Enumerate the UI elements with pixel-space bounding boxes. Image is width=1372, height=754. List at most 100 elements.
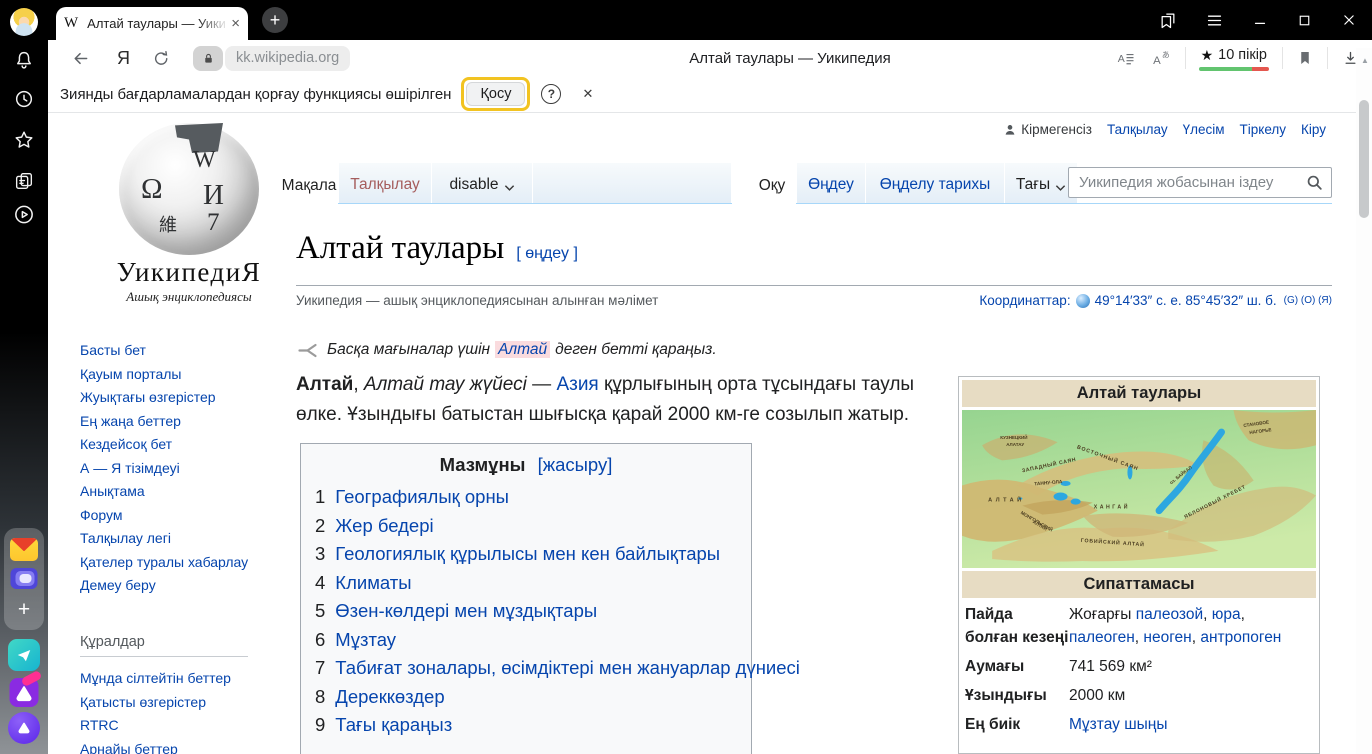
bookmarks-star-icon[interactable] [13, 129, 35, 151]
personal-link[interactable]: Талқылау [1107, 122, 1168, 137]
coordinates-services[interactable]: (G) (O) (Я) [1284, 295, 1332, 306]
search-icon[interactable] [1305, 173, 1324, 192]
sidebar-link[interactable]: Форум [80, 507, 260, 524]
close-window-icon[interactable] [1340, 11, 1358, 29]
toc-number: 4 [315, 569, 325, 598]
sidebar-link[interactable]: Жуықтағы өзгерістер [80, 389, 260, 406]
tab-history[interactable]: Өңделу тарихы [866, 163, 1004, 203]
alice-assistant-icon[interactable] [8, 712, 40, 744]
side-panels-icon[interactable] [1158, 10, 1178, 30]
site-rating[interactable]: ★ 10 пікір [1199, 47, 1269, 70]
translate-icon[interactable]: Aあ [1150, 48, 1172, 69]
tab-article[interactable]: Мақала [280, 163, 338, 204]
article-tabs: Мақала Талқылау disable Оқу Өңдеу Өңделу… [280, 163, 1078, 204]
sidebar-link[interactable]: Демеу беру [80, 577, 260, 594]
sidebar-tool-link[interactable]: Мұнда сілтейтін беттер [80, 670, 260, 687]
browser-tab[interactable]: W Алтай таулары — Уики × [56, 7, 248, 40]
toc-entry: 7Табиғат зоналары, өсімдіктері мен жануа… [315, 654, 737, 683]
notifications-bell-icon[interactable] [13, 49, 35, 71]
sidebar-link[interactable]: Кездейсоқ бет [80, 436, 260, 453]
edit-section-link[interactable]: [ өңдеу ] [516, 245, 578, 263]
toc-entry: 6Мұзтау [315, 626, 737, 655]
reviews-count: 10 пікір [1218, 47, 1267, 63]
scroll-up-icon[interactable]: ▲ [1361, 56, 1369, 65]
reader-mode-icon[interactable]: A [1116, 48, 1137, 69]
minimize-icon[interactable] [1251, 11, 1269, 29]
personal-link[interactable]: Үлесім [1183, 122, 1225, 137]
tab-read[interactable]: Оқу [748, 163, 796, 204]
yandex-services-icon[interactable] [11, 568, 38, 589]
infobox-value-part[interactable]: антропоген [1200, 629, 1281, 646]
toc-link[interactable]: Дереккөздер [335, 683, 444, 712]
sidebar-tool-link[interactable]: RTRC [80, 717, 260, 734]
history-clock-icon[interactable] [13, 88, 35, 110]
infobox-value-part[interactable]: неоген [1143, 629, 1191, 646]
toc-link[interactable]: Географиялық орны [335, 483, 509, 512]
toc-link[interactable]: Мұзтау [335, 626, 396, 655]
tab-close-icon[interactable]: × [231, 15, 240, 32]
tab-edit[interactable]: Өңдеу [797, 163, 865, 203]
tab-more[interactable]: Тағы [1005, 163, 1077, 203]
map-label: КУЗНЕЦКИЙ [1000, 433, 1027, 440]
yandex-music-icon[interactable] [10, 678, 39, 707]
toc-link[interactable]: Өзен-көлдері мен мұздықтары [335, 597, 597, 626]
url-domain[interactable]: kk.wikipedia.org [225, 46, 350, 71]
toc-link[interactable]: Жер бедері [335, 512, 433, 541]
video-play-icon[interactable] [13, 203, 36, 226]
coordinates-value[interactable]: 49°14′33″ с. е. 85°45′32″ ш. б. [1095, 293, 1277, 308]
ssl-lock-icon[interactable] [193, 46, 223, 71]
notes-icon[interactable] [13, 170, 35, 192]
new-tab-button[interactable]: + [262, 7, 288, 33]
add-app-icon[interactable]: + [18, 598, 30, 622]
tab-disable[interactable]: disable [432, 163, 532, 203]
url-box[interactable]: kk.wikipedia.org [193, 46, 350, 71]
yandex-mail-icon[interactable] [10, 538, 38, 561]
wikipedia-logo[interactable]: ΩWИ維7 УикипедиЯ Ашық энциклопедиясы [84, 123, 294, 305]
back-icon[interactable] [70, 48, 91, 69]
sidebar-link[interactable]: Ең жаңа беттер [80, 413, 260, 430]
reload-icon[interactable] [152, 49, 171, 68]
wikipedia-wordmark: УикипедиЯ [84, 257, 294, 288]
enable-protection-button[interactable]: Қосу [466, 82, 525, 106]
page-scrollbar-thumb[interactable] [1359, 100, 1369, 218]
infobox-label: Аумағы [965, 655, 1069, 678]
menu-icon[interactable] [1205, 11, 1224, 30]
sidebar-tool-link[interactable]: Арнайы беттер [80, 741, 260, 754]
sidebar-link[interactable]: Басты бет [80, 342, 260, 359]
maximize-icon[interactable] [1296, 12, 1313, 29]
infobox-value: Жоғарғы палеозой, юра, палеоген, неоген,… [1069, 603, 1313, 649]
globe-letter: И [203, 179, 224, 212]
infobox-value-part[interactable]: палеоген [1069, 629, 1135, 646]
notification-close-icon[interactable]: ✕ [582, 86, 593, 102]
infobox-value-part: 741 569 км² [1069, 658, 1152, 675]
asia-link[interactable]: Азия [556, 374, 598, 395]
toc-link[interactable]: Геологиялық құрылысы мен кен байлықтары [335, 540, 720, 569]
sidebar-link[interactable]: Талқылау легі [80, 530, 260, 547]
window-controls [1158, 0, 1358, 40]
toc-link[interactable]: Тағы қараңыз [335, 711, 452, 740]
coordinates-link[interactable]: Координаттар: [979, 293, 1070, 308]
messenger-icon[interactable] [8, 639, 40, 671]
personal-link[interactable]: Кіру [1301, 122, 1326, 137]
coordinates: Координаттар: 49°14′33″ с. е. 85°45′32″ … [979, 293, 1332, 308]
infobox-value-part[interactable]: Мұзтау шыңы [1069, 716, 1167, 733]
personal-link[interactable]: Тіркелу [1240, 122, 1287, 137]
infobox-value-part[interactable]: палеозой [1136, 606, 1203, 623]
sidebar-link[interactable]: А — Я тізімдеуі [80, 460, 260, 477]
search-input[interactable] [1068, 167, 1332, 198]
profile-avatar[interactable] [10, 8, 38, 36]
sidebar-tool-link[interactable]: Қатысты өзгерістер [80, 694, 260, 711]
disambiguation-link[interactable]: Алтай [495, 341, 550, 358]
infobox-map[interactable]: КУЗНЕЦКИЙАЛАТАУВОСТОЧНЫЙ САЯНЗАПАДНЫЙ СА… [962, 410, 1316, 568]
sidebar-link[interactable]: Қауым порталы [80, 366, 260, 383]
sidebar-link[interactable]: Анықтама [80, 483, 260, 500]
infobox-value-part[interactable]: юра [1212, 606, 1241, 623]
tab-talk[interactable]: Талқылау [339, 163, 431, 203]
bookmark-flag-icon[interactable] [1296, 49, 1314, 67]
sidebar-link[interactable]: Қателер туралы хабарлау [80, 554, 260, 571]
help-icon[interactable]: ? [541, 84, 561, 104]
yandex-search-icon[interactable]: Я [117, 48, 130, 69]
toc-link[interactable]: Климаты [335, 569, 411, 598]
toc-link[interactable]: Табиғат зоналары, өсімдіктері мен жануар… [335, 654, 800, 683]
toc-hide-link[interactable]: [жасыру] [538, 454, 613, 475]
